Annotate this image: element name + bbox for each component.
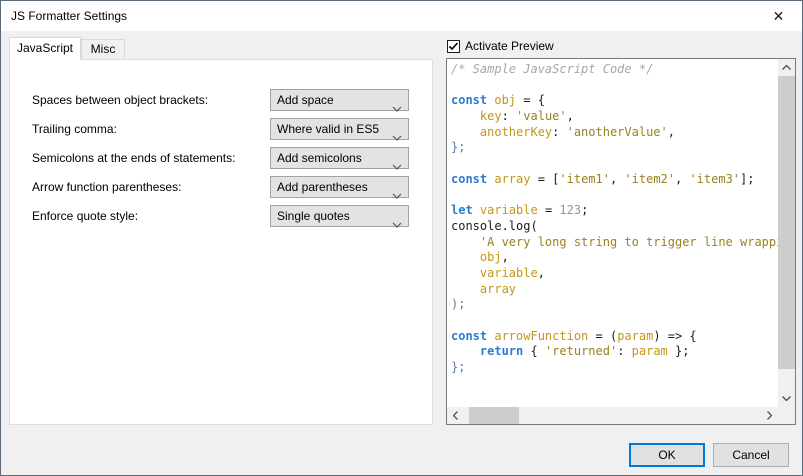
chevron-down-icon bbox=[392, 98, 402, 118]
close-icon[interactable]: ✕ bbox=[756, 2, 801, 30]
spaces-between-object-brackets-label: Spaces between object brackets: bbox=[32, 93, 208, 107]
vertical-scrollbar[interactable] bbox=[778, 59, 795, 407]
chevron-down-icon bbox=[392, 156, 402, 176]
ok-button[interactable]: OK bbox=[629, 443, 705, 467]
chevron-down-icon bbox=[392, 185, 402, 205]
vertical-scrollbar-thumb[interactable] bbox=[778, 76, 795, 369]
trailing-comma-select[interactable]: Where valid in ES5 bbox=[270, 118, 409, 140]
checkmark-icon bbox=[448, 41, 459, 52]
combo-value: Single quotes bbox=[277, 209, 350, 223]
enforce-quote-style-select[interactable]: Single quotes bbox=[270, 205, 409, 227]
combo-value: Add space bbox=[277, 93, 334, 107]
tab-javascript-label: JavaScript bbox=[17, 41, 73, 55]
horizontal-scrollbar[interactable] bbox=[447, 407, 778, 424]
js-formatter-settings-dialog: JS Formatter Settings ✕ JavaScript Misc … bbox=[0, 0, 803, 476]
horizontal-scrollbar-thumb[interactable] bbox=[469, 407, 519, 424]
scrollbar-corner bbox=[778, 407, 795, 424]
tab-misc-label: Misc bbox=[91, 42, 116, 56]
scroll-right-icon[interactable] bbox=[761, 407, 778, 424]
activate-preview-checkbox[interactable] bbox=[447, 40, 460, 53]
chevron-down-icon bbox=[392, 127, 402, 147]
javascript-tab-page: Spaces between object brackets: Add spac… bbox=[9, 59, 433, 425]
window-title: JS Formatter Settings bbox=[11, 9, 127, 23]
scroll-left-icon[interactable] bbox=[447, 407, 464, 424]
semicolons-select[interactable]: Add semicolons bbox=[270, 147, 409, 169]
spaces-between-object-brackets-select[interactable]: Add space bbox=[270, 89, 409, 111]
scroll-up-icon[interactable] bbox=[778, 59, 795, 76]
chevron-down-icon bbox=[392, 214, 402, 234]
tab-javascript[interactable]: JavaScript bbox=[9, 37, 81, 60]
cancel-button[interactable]: Cancel bbox=[713, 443, 789, 467]
arrow-function-parentheses-label: Arrow function parentheses: bbox=[32, 180, 181, 194]
scroll-down-icon[interactable] bbox=[778, 390, 795, 407]
title-bar: JS Formatter Settings ✕ bbox=[1, 1, 802, 31]
combo-value: Add semicolons bbox=[277, 151, 362, 165]
activate-preview-label[interactable]: Activate Preview bbox=[465, 39, 554, 53]
code-content: /* Sample JavaScript Code */const obj = … bbox=[447, 59, 778, 407]
tab-misc[interactable]: Misc bbox=[81, 39, 125, 60]
trailing-comma-label: Trailing comma: bbox=[32, 122, 117, 136]
enforce-quote-style-label: Enforce quote style: bbox=[32, 209, 138, 223]
semicolons-label: Semicolons at the ends of statements: bbox=[32, 151, 235, 165]
combo-value: Where valid in ES5 bbox=[277, 122, 379, 136]
arrow-function-parentheses-select[interactable]: Add parentheses bbox=[270, 176, 409, 198]
combo-value: Add parentheses bbox=[277, 180, 368, 194]
code-preview-panel: /* Sample JavaScript Code */const obj = … bbox=[446, 58, 796, 425]
